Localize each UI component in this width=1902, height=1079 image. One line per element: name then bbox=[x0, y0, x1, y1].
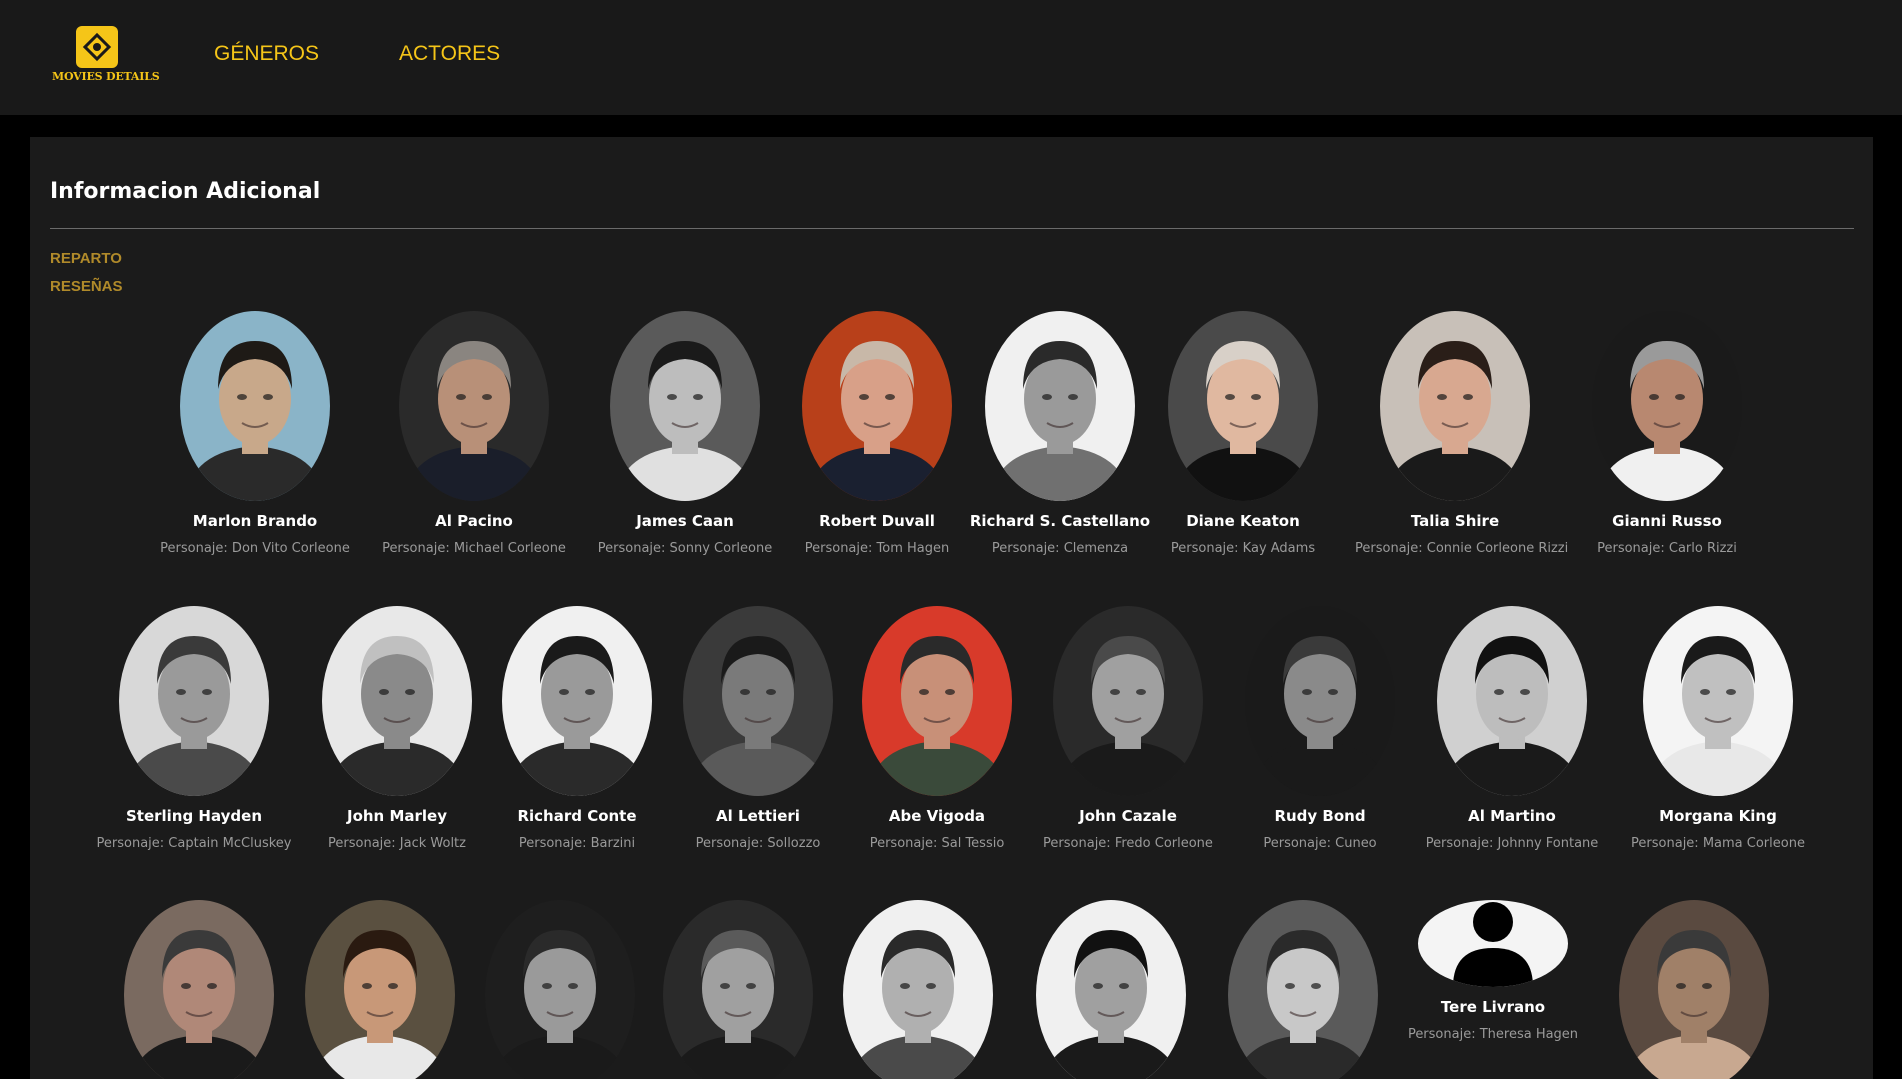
actor-photo bbox=[663, 900, 813, 1079]
actor-photo bbox=[485, 900, 635, 1079]
actor-name: Al Lettieri bbox=[716, 807, 800, 825]
actor-name: John Marley bbox=[346, 807, 447, 825]
cast-card[interactable]: Al Pacino Personaje: Michael Corleone bbox=[374, 311, 574, 556]
cast-card[interactable]: Morgana King Personaje: Mama Corleone bbox=[1618, 606, 1818, 851]
actor-photo bbox=[683, 606, 833, 796]
actor-photo bbox=[1380, 311, 1530, 501]
actor-photo bbox=[124, 900, 274, 1079]
cast-card[interactable]: Richard S. Castellano Personaje: Clemenza bbox=[960, 311, 1160, 556]
cast-card[interactable]: Sterling Hayden Personaje: Captain McClus… bbox=[94, 606, 294, 851]
actor-name: Abe Vigoda bbox=[888, 807, 986, 825]
tab-resenas[interactable]: RESEÑAS bbox=[50, 278, 123, 295]
tab-reparto[interactable]: REPARTO bbox=[50, 250, 122, 267]
cast-card[interactable]: James Caan Personaje: Sonny Corleone bbox=[585, 311, 785, 556]
nav-generos[interactable]: GÉNEROS bbox=[214, 42, 319, 66]
actor-photo bbox=[180, 311, 330, 501]
character-name: Personaje: Barzini bbox=[518, 836, 636, 851]
actor-name: Marlon Brando bbox=[192, 512, 318, 530]
actor-photo bbox=[1053, 606, 1203, 796]
actor-photo bbox=[1592, 311, 1742, 501]
cast-card[interactable]: Gianni Russo Personaje: Carlo Rizzi bbox=[1567, 311, 1767, 556]
actor-name: Robert Duvall bbox=[819, 512, 935, 530]
actor-photo bbox=[843, 900, 993, 1079]
actor-photo bbox=[985, 311, 1135, 501]
actor-photo bbox=[305, 900, 455, 1079]
actor-name: Diane Keaton bbox=[1186, 512, 1300, 530]
actor-name: Sterling Hayden bbox=[125, 807, 263, 825]
character-name: Personaje: Sollozzo bbox=[695, 836, 821, 851]
site-logo[interactable]: MOVIES DETAILS bbox=[52, 26, 160, 86]
cast-card[interactable] bbox=[638, 900, 838, 1079]
cast-card[interactable]: Al Lettieri Personaje: Sollozzo bbox=[658, 606, 858, 851]
actor-photo bbox=[1437, 606, 1587, 796]
character-name: Personaje: Mama Corleone bbox=[1631, 836, 1805, 851]
section-title: Informacion Adicional bbox=[50, 179, 321, 204]
character-name: Personaje: Clemenza bbox=[991, 541, 1129, 556]
cast-card[interactable] bbox=[1011, 900, 1211, 1079]
actor-photo bbox=[399, 311, 549, 501]
actor-name: Gianni Russo bbox=[1612, 512, 1722, 530]
cast-card[interactable]: Diane Keaton Personaje: Kay Adams bbox=[1143, 311, 1343, 556]
character-name: Personaje: Theresa Hagen bbox=[1407, 1027, 1579, 1042]
actor-name: Al Martino bbox=[1468, 807, 1556, 825]
character-name: Personaje: Michael Corleone bbox=[382, 541, 566, 556]
actor-name: Al Pacino bbox=[435, 512, 513, 530]
cast-card[interactable]: Tere Livrano Personaje: Theresa Hagen bbox=[1393, 900, 1593, 1042]
actor-name: James Caan bbox=[636, 512, 734, 530]
actor-name: Rudy Bond bbox=[1274, 807, 1366, 825]
film-reel-icon bbox=[76, 26, 118, 68]
actor-name: Morgana King bbox=[1659, 807, 1777, 825]
character-name: Personaje: Captain McCluskey bbox=[96, 836, 292, 851]
actor-photo bbox=[1643, 606, 1793, 796]
actor-photo bbox=[1228, 900, 1378, 1079]
character-name: Personaje: Tom Hagen bbox=[804, 541, 950, 556]
cast-card[interactable]: Robert Duvall Personaje: Tom Hagen bbox=[777, 311, 977, 556]
character-name: Personaje: Don Vito Corleone bbox=[160, 541, 350, 556]
additional-info-panel: Informacion Adicional REPARTO RESEÑAS Ma… bbox=[30, 137, 1873, 1079]
cast-card[interactable] bbox=[460, 900, 660, 1079]
cast-card[interactable] bbox=[99, 900, 299, 1079]
cast-card[interactable] bbox=[280, 900, 480, 1079]
actor-name: Talia Shire bbox=[1410, 512, 1500, 530]
character-name: Personaje: Carlo Rizzi bbox=[1597, 541, 1737, 556]
nav-actores[interactable]: ACTORES bbox=[399, 42, 500, 66]
cast-card[interactable]: Marlon Brando Personaje: Don Vito Corleon… bbox=[155, 311, 355, 556]
section-divider bbox=[50, 228, 1854, 229]
logo-wordmark: MOVIES DETAILS bbox=[52, 70, 160, 83]
character-name: Personaje: Sal Tessio bbox=[869, 836, 1005, 851]
actor-photo bbox=[1036, 900, 1186, 1079]
character-name: Personaje: Kay Adams bbox=[1170, 541, 1316, 556]
actor-name: Richard Conte bbox=[517, 807, 637, 825]
cast-card[interactable]: Rudy Bond Personaje: Cuneo bbox=[1220, 606, 1420, 851]
cast-card[interactable]: Al Martino Personaje: Johnny Fontane bbox=[1412, 606, 1612, 851]
cast-card[interactable] bbox=[1594, 900, 1794, 1079]
default-avatar-icon bbox=[1418, 900, 1568, 987]
cast-card[interactable]: Richard Conte Personaje: Barzini bbox=[477, 606, 677, 851]
top-navbar: MOVIES DETAILS GÉNEROS ACTORES bbox=[0, 0, 1902, 115]
cast-card[interactable] bbox=[818, 900, 1018, 1079]
actor-photo bbox=[802, 311, 952, 501]
character-name: Personaje: Cuneo bbox=[1263, 836, 1377, 851]
actor-name: John Cazale bbox=[1079, 807, 1177, 825]
actor-photo bbox=[1168, 311, 1318, 501]
cast-card[interactable] bbox=[1203, 900, 1403, 1079]
actor-photo bbox=[322, 606, 472, 796]
character-name: Personaje: Sonny Corleone bbox=[597, 541, 773, 556]
character-name: Personaje: Johnny Fontane bbox=[1425, 836, 1599, 851]
actor-photo bbox=[610, 311, 760, 501]
cast-card[interactable]: Abe Vigoda Personaje: Sal Tessio bbox=[837, 606, 1037, 851]
character-name: Personaje: Connie Corleone Rizzi bbox=[1355, 541, 1569, 556]
cast-card[interactable]: John Cazale Personaje: Fredo Corleone bbox=[1028, 606, 1228, 851]
actor-name: Richard S. Castellano bbox=[969, 512, 1151, 530]
actor-name: Tere Livrano bbox=[1440, 998, 1546, 1016]
actor-photo bbox=[862, 606, 1012, 796]
actor-photo bbox=[1619, 900, 1769, 1079]
actor-photo bbox=[502, 606, 652, 796]
actor-photo bbox=[1245, 606, 1395, 796]
cast-card[interactable]: John Marley Personaje: Jack Woltz bbox=[297, 606, 497, 851]
actor-photo bbox=[119, 606, 269, 796]
character-name: Personaje: Jack Woltz bbox=[328, 836, 466, 851]
cast-card[interactable]: Talia Shire Personaje: Connie Corleone Ri… bbox=[1355, 311, 1569, 556]
character-name: Personaje: Fredo Corleone bbox=[1043, 836, 1213, 851]
